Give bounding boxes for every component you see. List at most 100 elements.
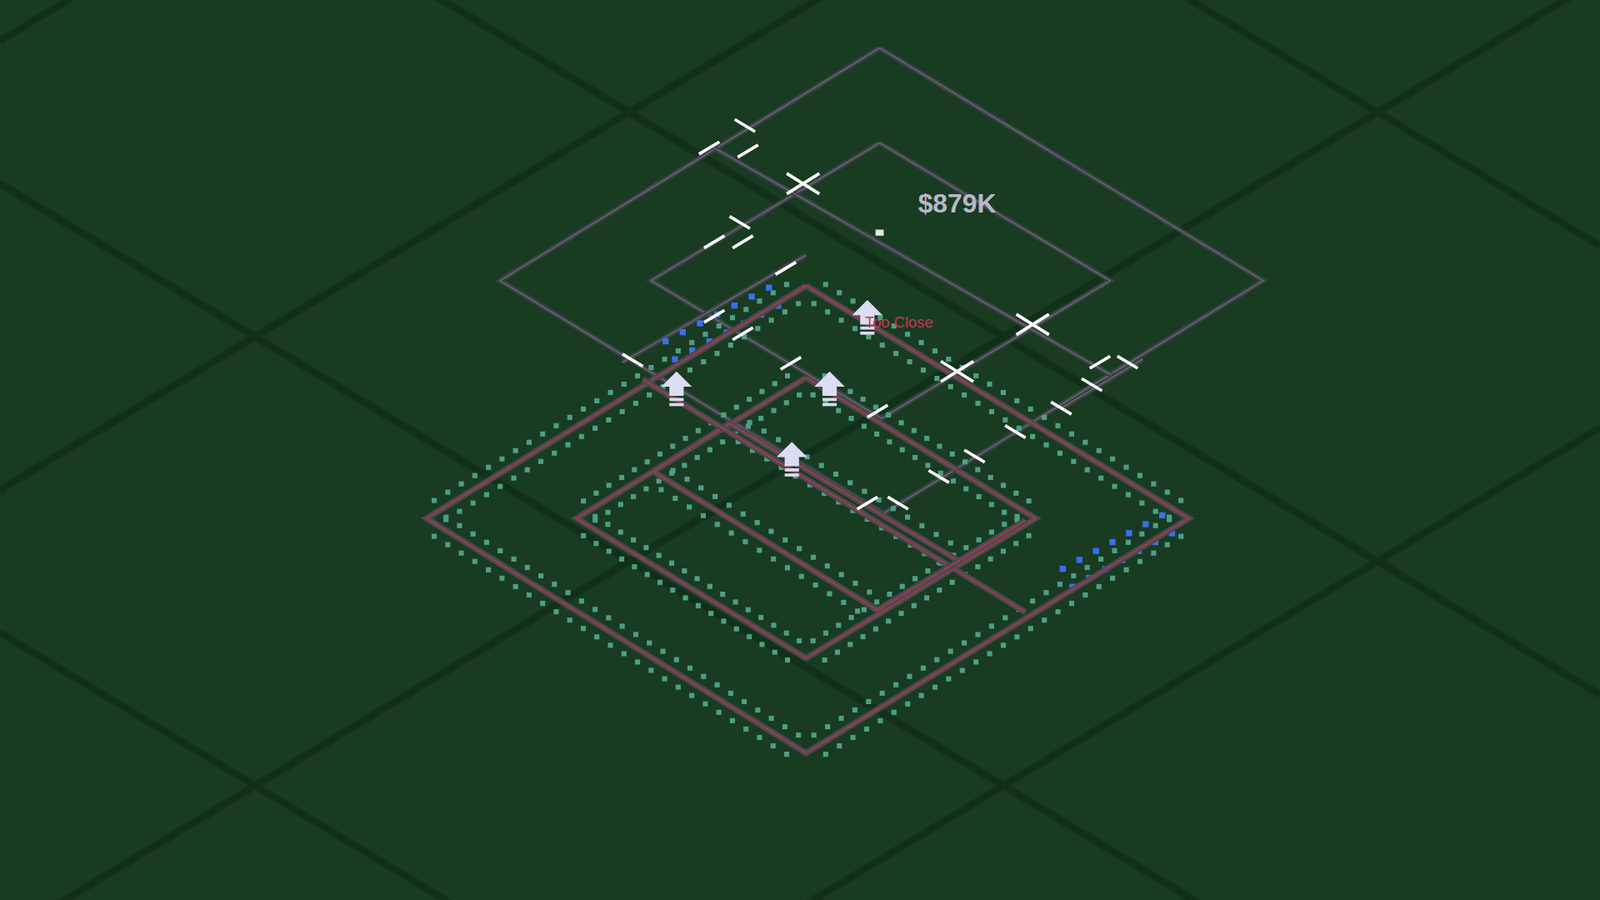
track-marker [838,715,844,721]
track-marker [1057,450,1063,456]
track-marker [580,406,586,412]
track-marker [672,495,678,501]
track-tie [732,327,753,340]
track-marker [695,575,700,581]
grid-line [0,0,1600,490]
track-marker [670,443,675,449]
track-marker [621,650,627,656]
track-marker [1125,540,1131,545]
track-marker [702,331,708,337]
track-marker [961,392,967,398]
track-marker [948,384,954,390]
track-marker [836,290,842,295]
track-marker [756,735,762,740]
track-marker [905,515,910,520]
track-marker [630,537,636,543]
upgrade-arrow-icon[interactable] [814,371,845,407]
track-marker [715,521,720,527]
money-label: $879K [918,188,997,219]
track-tie [622,354,643,367]
track-marker [912,575,918,581]
track-marker [960,667,965,673]
track-marker [866,589,872,595]
track-marker [470,531,476,537]
track-marker [551,581,557,587]
track-marker [823,630,829,636]
track-marker [852,325,858,331]
track-marker [513,448,519,454]
track-marker [730,315,735,320]
track-marker [975,564,980,570]
track-marker [540,431,545,437]
track-marker [873,404,879,410]
track-tie [786,173,820,194]
track-marker [513,584,519,590]
track-marker [770,743,776,749]
track-marker [553,423,559,429]
track-marker [989,409,995,415]
track-marker [759,389,765,395]
track-marker [880,690,885,696]
track-marker [742,539,748,545]
upgrade-arrow-icon[interactable] [776,441,808,477]
track-marker [1098,475,1104,481]
track-marker [580,498,586,504]
track-marker [700,513,706,519]
blue-marker [1159,512,1165,519]
track-marker [770,622,776,628]
track-marker [456,523,462,529]
upgrade-arrow-icon[interactable] [660,371,692,407]
track-marker [825,309,830,315]
station-marker [875,230,885,236]
track-marker [662,356,668,362]
track-marker [618,501,624,507]
track-marker [933,531,939,537]
track-marker [976,537,982,543]
track-marker [911,428,917,434]
track-marker [885,412,891,418]
track-marker [988,475,994,480]
track-marker [669,560,675,566]
track-marker [695,455,700,460]
track-marker [769,317,775,323]
track-marker [526,592,532,598]
track-marker [472,559,478,565]
track-marker [551,450,557,456]
track-marker [1082,592,1088,598]
track-marker [646,392,652,398]
track-marker [619,556,625,562]
track-marker [635,373,640,379]
track-tie [964,450,985,463]
track-marker [567,415,573,420]
track-marker [687,665,693,671]
track-marker [645,459,650,465]
built-track [426,285,1190,754]
planned-track [622,255,806,363]
track-marker [1001,521,1007,527]
track-marker [620,623,625,629]
track-marker [497,484,503,490]
track-marker [714,350,720,356]
track-marker [948,540,954,546]
track-marker [989,501,995,507]
track-marker [633,400,639,406]
track-marker [886,439,892,445]
track-marker [657,580,663,585]
track-marker [932,685,938,690]
track-marker [936,443,942,449]
game-map[interactable]: $879KToo Close [0,0,1600,900]
track-marker [772,650,778,655]
planned-track [650,142,1110,419]
track-marker [605,521,610,527]
track-marker [919,523,925,529]
track-marker [1055,423,1060,429]
track-marker [759,641,765,647]
track-marker [826,590,832,596]
track-marker [499,575,505,581]
track-marker [657,451,663,457]
track-marker [728,342,734,348]
blue-marker [696,320,703,326]
track-marker [1139,531,1145,537]
track-marker [770,290,776,295]
track-marker [1057,581,1063,587]
